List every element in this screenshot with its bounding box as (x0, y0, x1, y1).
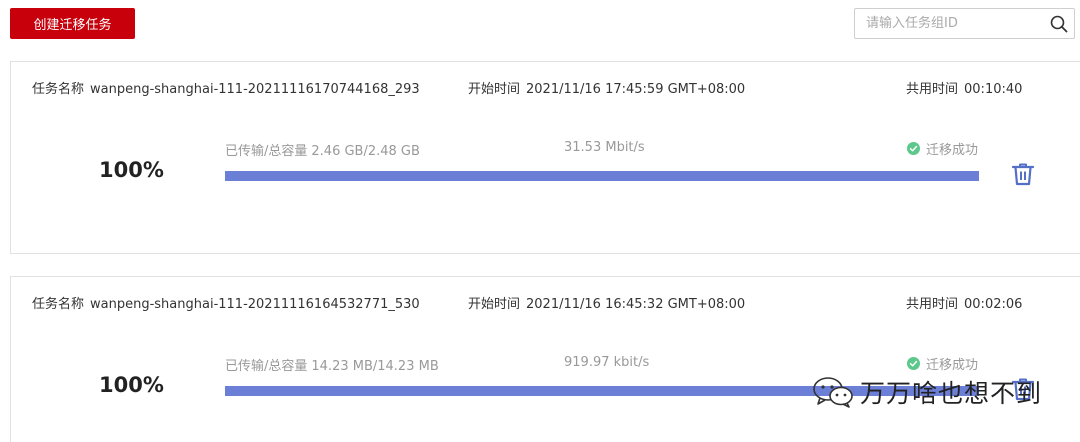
used-time-value: 00:10:40 (964, 82, 1023, 97)
task-name-value: wanpeng-shanghai-111-20211116170744168_2… (90, 82, 420, 97)
transferred-label: 已传输/总容量 (225, 144, 308, 159)
task-name: 任务名称 wanpeng-shanghai-111-202111161707441… (32, 78, 420, 97)
start-time: 开始时间 2021/11/16 16:45:32 GMT+08:00 (468, 293, 745, 312)
create-migration-task-button[interactable]: 创建迁移任务 (10, 8, 135, 39)
status-badge: 迁移成功 (907, 139, 978, 158)
status-text: 迁移成功 (926, 143, 979, 158)
transfer-speed: 31.53 Mbit/s (564, 140, 645, 155)
start-time: 开始时间 2021/11/16 17:45:59 GMT+08:00 (468, 78, 745, 97)
transferred-size: 已传输/总容量 2.46 GB/2.48 GB (225, 140, 420, 159)
task-card: 任务名称 wanpeng-shanghai-111-202111161707441… (10, 61, 1080, 254)
progress-percent: 100% (99, 373, 164, 397)
task-card: 任务名称 wanpeng-shanghai-111-202111161645327… (10, 276, 1080, 442)
search-box (854, 8, 1075, 39)
status-text: 迁移成功 (926, 358, 979, 373)
task-name: 任务名称 wanpeng-shanghai-111-202111161645327… (32, 293, 420, 312)
transferred-label: 已传输/总容量 (225, 359, 308, 374)
transfer-speed: 919.97 kbit/s (564, 355, 650, 370)
used-time-label: 共用时间 (906, 297, 959, 312)
delete-task-button[interactable] (1010, 161, 1036, 187)
transferred-size: 已传输/总容量 14.23 MB/14.23 MB (225, 355, 439, 374)
progress-percent: 100% (99, 158, 164, 182)
start-time-value: 2021/11/16 16:45:32 GMT+08:00 (526, 297, 746, 312)
start-time-value: 2021/11/16 17:45:59 GMT+08:00 (526, 82, 746, 97)
task-name-label: 任务名称 (32, 297, 85, 312)
watermark: 万万啥也想不到 (812, 374, 1042, 410)
start-time-label: 开始时间 (468, 82, 521, 97)
wechat-icon (813, 377, 853, 408)
progress-fill (225, 171, 979, 181)
search-icon[interactable] (1044, 9, 1074, 39)
progress-bar (225, 171, 979, 181)
task-name-value: wanpeng-shanghai-111-20211116164532771_5… (90, 297, 420, 312)
task-group-id-search-input[interactable] (855, 9, 1044, 38)
used-time: 共用时间 00:02:06 (906, 293, 1022, 312)
task-name-label: 任务名称 (32, 82, 85, 97)
status-badge: 迁移成功 (907, 354, 978, 373)
used-time-value: 00:02:06 (964, 297, 1023, 312)
watermark-text: 万万啥也想不到 (860, 379, 1043, 408)
used-time-label: 共用时间 (906, 82, 959, 97)
used-time: 共用时间 00:10:40 (906, 78, 1022, 97)
check-circle-icon (907, 357, 920, 370)
transferred-value: 14.23 MB/14.23 MB (311, 359, 439, 374)
trash-icon (1012, 163, 1034, 186)
check-circle-icon (907, 142, 920, 155)
transferred-value: 2.46 GB/2.48 GB (311, 144, 420, 159)
start-time-label: 开始时间 (468, 297, 521, 312)
